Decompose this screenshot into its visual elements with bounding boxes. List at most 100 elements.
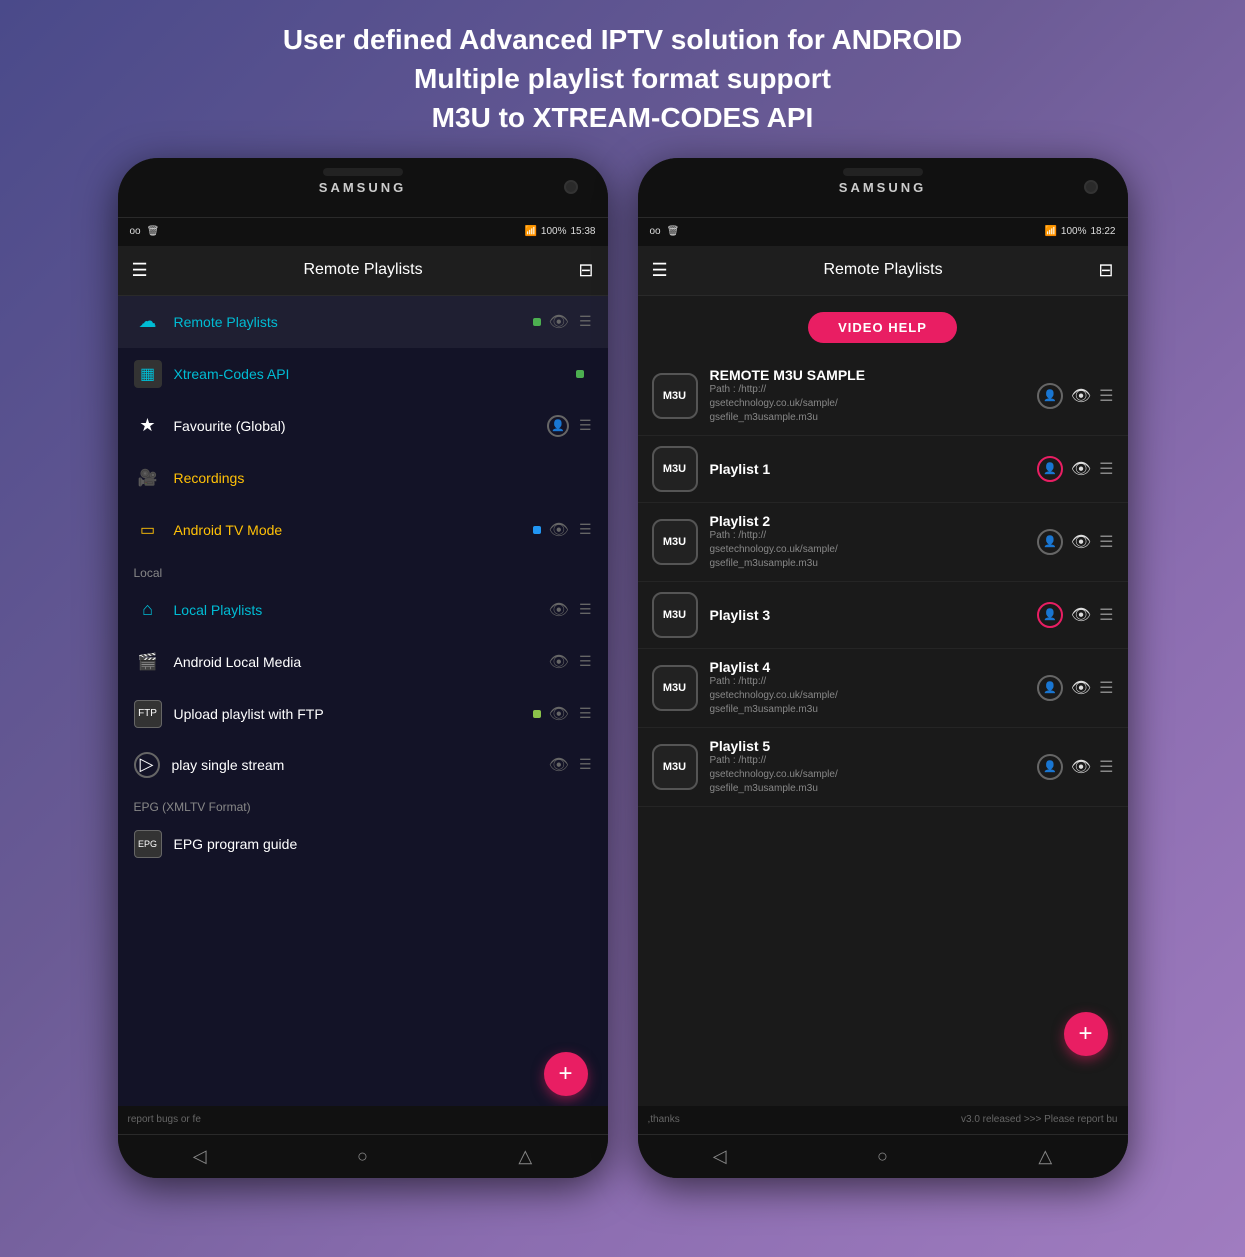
- hamburger-icon-left[interactable]: ☰: [132, 260, 148, 281]
- playlist-path-5: Path : /http://gsetechnology.co.uk/sampl…: [710, 675, 1025, 717]
- menu-icon-local[interactable]: ☰: [579, 601, 592, 618]
- eye-icon-tv[interactable]: 👁: [549, 520, 569, 540]
- voicemail-icon: oo: [130, 226, 141, 237]
- eye-btn-4[interactable]: 👁: [1071, 605, 1091, 625]
- menu-btn-1[interactable]: ☰: [1099, 386, 1113, 406]
- back-btn-left[interactable]: ◁: [173, 1138, 227, 1175]
- brand-right: SAMSUNG: [839, 180, 926, 195]
- person-btn-1[interactable]: 👤: [1037, 383, 1063, 409]
- status-right-left: oo 🗑: [650, 226, 680, 237]
- menu-btn-5[interactable]: ☰: [1099, 678, 1113, 698]
- menu-icon-tv[interactable]: ☰: [579, 521, 592, 538]
- hamburger-icon-right[interactable]: ☰: [652, 260, 668, 281]
- dot-xtream: [576, 370, 584, 378]
- wifi-icon: 📶: [524, 226, 536, 237]
- menu-icon-ftp[interactable]: ☰: [579, 705, 592, 722]
- eye-btn-6[interactable]: 👁: [1071, 757, 1091, 777]
- person-icon-favourite[interactable]: 👤: [547, 415, 569, 437]
- eye-icon-remote[interactable]: 👁: [549, 312, 569, 332]
- header-line2: Multiple playlist format support: [414, 63, 831, 94]
- speaker-left: [323, 168, 403, 176]
- home-btn-left[interactable]: ○: [337, 1138, 388, 1175]
- playlist-name-4: Playlist 3: [710, 607, 1025, 623]
- menu-icon-media[interactable]: ☰: [579, 653, 592, 670]
- menu-label-favourite: Favourite (Global): [174, 418, 547, 434]
- actions-tv: 👁 ☰: [549, 520, 592, 540]
- menu-item-epg[interactable]: EPG EPG program guide: [118, 818, 608, 870]
- menu-btn-4[interactable]: ☰: [1099, 605, 1113, 625]
- eye-icon-ftp[interactable]: 👁: [549, 704, 569, 724]
- camera-icon-recordings: 🎥: [134, 464, 162, 492]
- person-btn-3[interactable]: 👤: [1037, 529, 1063, 555]
- menu-icon-remote[interactable]: ☰: [579, 313, 592, 330]
- phone-left: SAMSUNG oo 🗑 📶 100% 15:38 ☰ Remote Playl…: [118, 158, 608, 1178]
- eye-icon-local[interactable]: 👁: [549, 600, 569, 620]
- menu-btn-3[interactable]: ☰: [1099, 532, 1113, 552]
- menu-icon-stream[interactable]: ☰: [579, 756, 592, 773]
- eye-btn-2[interactable]: 👁: [1071, 459, 1091, 479]
- xtream-icon: ▦: [134, 360, 162, 388]
- playlist-info-3: Playlist 2 Path : /http://gsetechnology.…: [710, 513, 1025, 571]
- header-line1: User defined Advanced IPTV solution for …: [283, 24, 962, 55]
- section-label-epg: EPG (XMLTV Format): [118, 790, 608, 818]
- person-btn-6[interactable]: 👤: [1037, 754, 1063, 780]
- actions-favourite: 👤 ☰: [547, 415, 592, 437]
- cast-icon-right[interactable]: ⊟: [1098, 260, 1113, 281]
- footer-right: ,thanks v3.0 released >>> Please report …: [638, 1106, 1128, 1134]
- playlist-path-3: Path : /http://gsetechnology.co.uk/sampl…: [710, 529, 1025, 571]
- menu-item-android-tv[interactable]: ▭ Android TV Mode 👁 ☰: [118, 504, 608, 556]
- playlist-name-6: Playlist 5: [710, 738, 1025, 754]
- actions-remote: 👁 ☰: [549, 312, 592, 332]
- play-icon: ▷: [134, 752, 160, 778]
- menu-label-remote-playlists: Remote Playlists: [174, 314, 533, 330]
- status-bar-left: oo 🗑 📶 100% 15:38: [118, 218, 608, 246]
- video-help-button[interactable]: VIDEO HELP: [808, 312, 957, 343]
- m3u-badge-5: M3U: [652, 665, 698, 711]
- fab-left[interactable]: +: [544, 1052, 588, 1096]
- app-title-right: Remote Playlists: [678, 261, 1089, 279]
- menu-btn-6[interactable]: ☰: [1099, 757, 1113, 777]
- fab-right[interactable]: +: [1064, 1012, 1108, 1056]
- menu-item-recordings[interactable]: 🎥 Recordings: [118, 452, 608, 504]
- menu-label-recordings: Recordings: [174, 470, 592, 486]
- menu-item-single-stream[interactable]: ▷ play single stream 👁 ☰: [118, 740, 608, 790]
- person-btn-4[interactable]: 👤: [1037, 602, 1063, 628]
- home-btn-right[interactable]: ○: [857, 1138, 908, 1175]
- cloud-icon: ☁: [134, 308, 162, 336]
- recent-btn-left[interactable]: △: [498, 1138, 552, 1175]
- menu-item-local-media[interactable]: 🎬 Android Local Media 👁 ☰: [118, 636, 608, 688]
- actions-stream: 👁 ☰: [549, 755, 592, 775]
- person-btn-2[interactable]: 👤: [1037, 456, 1063, 482]
- playlist-actions-3: 👤 👁 ☰: [1037, 529, 1114, 555]
- menu-item-ftp[interactable]: FTP Upload playlist with FTP 👁 ☰: [118, 688, 608, 740]
- person-btn-5[interactable]: 👤: [1037, 675, 1063, 701]
- menu-item-xtream[interactable]: ▦ Xtream-Codes API: [118, 348, 608, 400]
- menu-item-remote-playlists[interactable]: ☁ Remote Playlists 👁 ☰: [118, 296, 608, 348]
- playlist-item-2: M3U Playlist 1 👤 👁 ☰: [638, 436, 1128, 503]
- tv-icon: ▭: [134, 516, 162, 544]
- eye-icon-media[interactable]: 👁: [549, 652, 569, 672]
- eye-btn-1[interactable]: 👁: [1071, 386, 1091, 406]
- menu-item-favourite[interactable]: ★ Favourite (Global) 👤 ☰: [118, 400, 608, 452]
- eye-btn-3[interactable]: 👁: [1071, 532, 1091, 552]
- eye-icon-stream[interactable]: 👁: [549, 755, 569, 775]
- menu-item-local-playlists[interactable]: ⌂ Local Playlists 👁 ☰: [118, 584, 608, 636]
- menu-icon-favourite[interactable]: ☰: [579, 417, 592, 434]
- playlist-name-2: Playlist 1: [710, 461, 1025, 477]
- menu-btn-2[interactable]: ☰: [1099, 459, 1113, 479]
- actions-media: 👁 ☰: [549, 652, 592, 672]
- status-bar-right: oo 🗑 📶 100% 18:22: [638, 218, 1128, 246]
- playlist-item-1: M3U REMOTE M3U SAMPLE Path : /http://gse…: [638, 357, 1128, 436]
- playlist-actions-4: 👤 👁 ☰: [1037, 602, 1114, 628]
- cast-icon-left[interactable]: ⊟: [578, 260, 593, 281]
- back-btn-right[interactable]: ◁: [693, 1138, 747, 1175]
- fab-left-icon: +: [558, 1060, 572, 1088]
- eye-btn-5[interactable]: 👁: [1071, 678, 1091, 698]
- recent-btn-right[interactable]: △: [1018, 1138, 1072, 1175]
- phone-left-top: SAMSUNG: [118, 158, 608, 218]
- playlist-info-4: Playlist 3: [710, 607, 1025, 623]
- footer-left-text: report bugs or fe: [128, 1114, 201, 1125]
- right-screen-content: VIDEO HELP M3U REMOTE M3U SAMPLE Path : …: [638, 296, 1128, 1106]
- phone-right-top: SAMSUNG: [638, 158, 1128, 218]
- voicemail-icon-r: oo: [650, 226, 661, 237]
